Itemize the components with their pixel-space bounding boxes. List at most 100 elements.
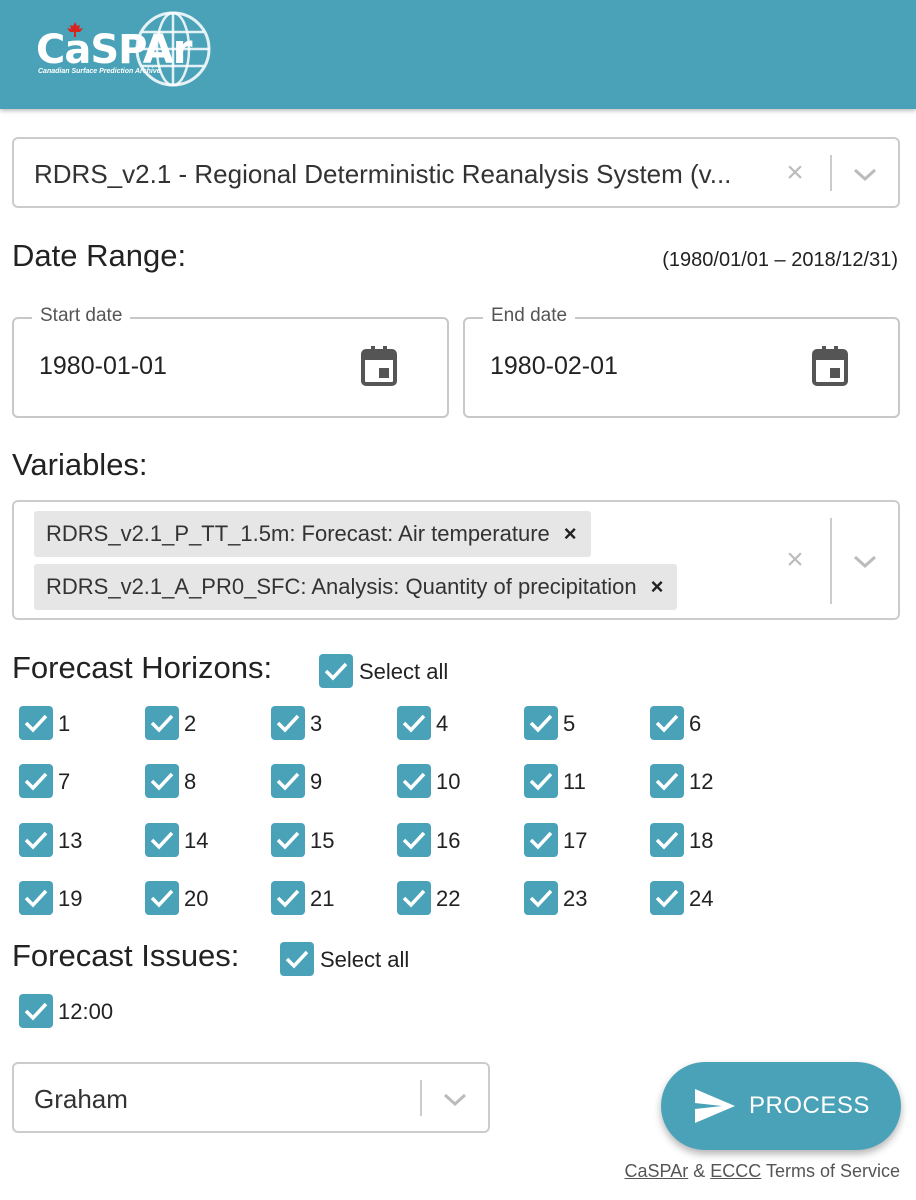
variables-select[interactable]: RDRS_v2.1_P_TT_1.5m: Forecast: Air tempe… [12, 500, 900, 620]
select-separator [420, 1080, 422, 1116]
chevron-down-icon[interactable] [852, 554, 878, 570]
check-icon [655, 831, 679, 850]
check-icon [655, 889, 679, 908]
check-icon [150, 831, 174, 850]
calendar-icon[interactable] [361, 346, 397, 386]
horizon-checkbox[interactable] [145, 881, 179, 915]
check-icon [529, 831, 553, 850]
start-date-value: 1980-01-01 [39, 352, 167, 380]
footer: CaSPAr & ECCC Terms of Service [625, 1161, 900, 1182]
horizon-checkbox[interactable] [145, 764, 179, 798]
process-button[interactable]: PROCESS [661, 1062, 901, 1150]
horizon-label: 17 [563, 828, 588, 853]
dataset-select[interactable]: RDRS_v2.1 - Regional Deterministic Reana… [12, 137, 900, 208]
end-date-field[interactable]: End date 1980-02-01 [463, 305, 900, 418]
variable-chip-label: RDRS_v2.1_P_TT_1.5m: Forecast: Air tempe… [46, 521, 550, 546]
horizon-label: 3 [310, 711, 323, 736]
horizon-checkbox[interactable] [397, 881, 431, 915]
issues-select-all-label: Select all [320, 947, 410, 972]
horizon-label: 19 [58, 886, 83, 911]
chip-remove-icon[interactable]: × [651, 564, 664, 610]
check-icon [529, 714, 553, 733]
horizon-checkbox[interactable] [271, 706, 305, 740]
horizon-checkbox[interactable] [650, 823, 684, 857]
horizon-checkbox[interactable] [271, 881, 305, 915]
horizon-checkbox[interactable] [19, 764, 53, 798]
eccc-link[interactable]: ECCC [710, 1161, 761, 1181]
horizon-checkbox[interactable] [650, 764, 684, 798]
horizon-checkbox[interactable] [397, 706, 431, 740]
horizon-checkbox[interactable] [524, 706, 558, 740]
terms-of-service-text[interactable]: Terms of Service [766, 1161, 900, 1181]
logo-wordmark: CaSPAr [36, 27, 192, 73]
horizon-label: 2 [184, 711, 197, 736]
horizon-checkbox[interactable] [19, 706, 53, 740]
forecast-horizons-title: Forecast Horizons: [12, 650, 273, 685]
logo-subtitle: Canadian Surface Prediction Archive [38, 68, 161, 75]
check-icon [24, 1002, 48, 1021]
horizon-label: 21 [310, 886, 335, 911]
start-date-field[interactable]: Start date 1980-01-01 [12, 305, 449, 418]
app-header: CaSPAr Canadian Surface Prediction Archi… [0, 0, 916, 109]
select-separator [830, 518, 832, 604]
check-icon [276, 772, 300, 791]
server-select[interactable]: Graham [12, 1062, 490, 1133]
chevron-down-icon[interactable] [442, 1092, 468, 1108]
end-date-value: 1980-02-01 [490, 352, 618, 380]
horizon-checkbox[interactable] [271, 764, 305, 798]
horizon-label: 15 [310, 828, 335, 853]
horizon-checkbox[interactable] [19, 823, 53, 857]
check-icon [150, 772, 174, 791]
horizon-label: 24 [689, 886, 714, 911]
check-icon [150, 714, 174, 733]
horizon-label: 11 [563, 769, 586, 794]
date-range-note: (1980/01/01 – 2018/12/31) [662, 249, 898, 271]
close-icon[interactable]: × [780, 545, 810, 575]
check-icon [276, 831, 300, 850]
horizon-checkbox[interactable] [145, 823, 179, 857]
check-icon [285, 950, 309, 969]
horizon-checkbox[interactable] [271, 823, 305, 857]
horizon-label: 5 [563, 711, 576, 736]
horizon-checkbox[interactable] [524, 764, 558, 798]
horizon-checkbox[interactable] [19, 881, 53, 915]
horizon-label: 12 [689, 769, 714, 794]
horizon-checkbox[interactable] [524, 881, 558, 915]
close-icon[interactable]: × [780, 158, 810, 188]
check-icon [324, 662, 348, 681]
check-icon [24, 772, 48, 791]
horizon-label: 1 [58, 711, 71, 736]
forecast-issues-title: Forecast Issues: [12, 938, 240, 973]
horizon-label: 10 [436, 769, 461, 794]
check-icon [655, 772, 679, 791]
check-icon [276, 889, 300, 908]
check-icon [24, 889, 48, 908]
calendar-icon[interactable] [812, 346, 848, 386]
horizon-label: 22 [436, 886, 461, 911]
issue-checkbox[interactable] [19, 994, 53, 1028]
horizon-checkbox[interactable] [397, 823, 431, 857]
horizon-label: 14 [184, 828, 209, 853]
footer-amp: & [693, 1161, 706, 1181]
start-date-label: Start date [32, 305, 131, 327]
chevron-down-icon[interactable] [852, 167, 878, 183]
horizon-checkbox[interactable] [650, 706, 684, 740]
check-icon [276, 714, 300, 733]
caspar-link[interactable]: CaSPAr [625, 1161, 689, 1181]
horizon-label: 4 [436, 711, 449, 736]
horizon-label: 13 [58, 828, 83, 853]
chip-remove-icon[interactable]: × [564, 511, 577, 557]
horizon-checkbox[interactable] [397, 764, 431, 798]
variable-chip: RDRS_v2.1_A_PR0_SFC: Analysis: Quantity … [34, 564, 678, 610]
horizon-checkbox[interactable] [650, 881, 684, 915]
horizon-label: 20 [184, 886, 209, 911]
check-icon [24, 831, 48, 850]
issues-select-all-checkbox[interactable] [280, 942, 314, 976]
check-icon [150, 889, 174, 908]
horizons-select-all-checkbox[interactable] [319, 654, 353, 688]
check-icon [402, 889, 426, 908]
horizon-checkbox[interactable] [524, 823, 558, 857]
horizon-label: 7 [58, 769, 71, 794]
caspar-logo[interactable]: CaSPAr Canadian Surface Prediction Archi… [30, 8, 220, 90]
horizon-checkbox[interactable] [145, 706, 179, 740]
